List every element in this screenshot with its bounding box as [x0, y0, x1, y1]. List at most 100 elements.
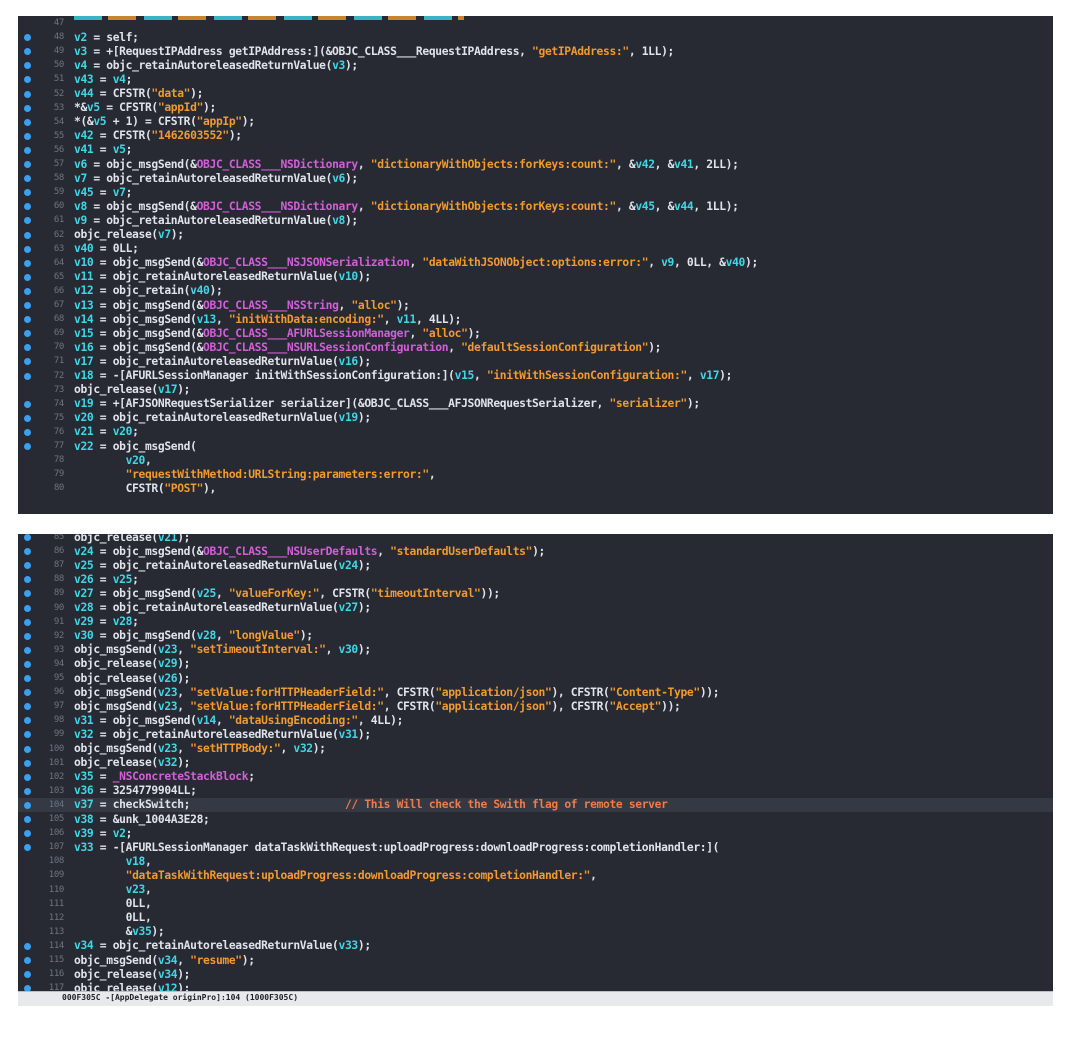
code-line[interactable]: 90 v28 = objc_retainAutoreleasedReturnVal… [18, 601, 1053, 615]
breakpoint-dot-icon[interactable] [24, 548, 31, 556]
breakpoint-dot-icon[interactable] [24, 259, 31, 267]
breakpoint-dot-icon[interactable] [24, 414, 31, 422]
breakpoint-dot-icon[interactable] [24, 34, 31, 42]
code-line[interactable]: 101 objc_release(v32); [18, 756, 1053, 770]
code-line[interactable]: 60 v8 = objc_msgSend(&OBJC_CLASS___NSDict… [18, 199, 1053, 213]
breakpoint-dot-icon[interactable] [24, 203, 31, 211]
code-line[interactable]: 61 v9 = objc_retainAutoreleasedReturnValu… [18, 213, 1053, 227]
code-line[interactable]: 62 objc_release(v7); [18, 228, 1053, 242]
breakpoint-dot-icon[interactable] [24, 287, 31, 295]
breakpoint-dot-icon[interactable] [24, 957, 31, 964]
breakpoint-dot-icon[interactable] [24, 759, 31, 767]
code-line[interactable]: 49 v3 = +[RequestIPAddress getIPAddress:]… [18, 44, 1053, 58]
pseudocode-view-bottom[interactable]: 85 objc_release(v21); 86 v24 = objc_msgSend… [18, 534, 1053, 1006]
breakpoint-dot-icon[interactable] [24, 428, 31, 436]
code-line[interactable]: 89 v27 = objc_msgSend(v25, "valueForKey:"… [18, 586, 1053, 600]
breakpoint-dot-icon[interactable] [24, 245, 31, 253]
pseudocode-view-top[interactable]: 47 48 v2 = self; 49 v3 = +[RequestIPAddress … [18, 16, 1053, 514]
code-line[interactable]: 78 v20, [18, 453, 1053, 467]
breakpoint-dot-icon[interactable] [24, 217, 31, 225]
code-line[interactable]: 51 v43 = v4; [18, 72, 1053, 86]
code-line[interactable]: 55 v42 = CFSTR("1462603552"); [18, 129, 1053, 143]
breakpoint-dot-icon[interactable] [24, 175, 31, 183]
code-line[interactable]: 63 v40 = 0LL; [18, 242, 1053, 256]
code-line[interactable]: 112 0LL, [18, 911, 1053, 925]
code-line[interactable]: 72 v18 = -[AFURLSessionManager initWithSe… [18, 369, 1053, 383]
breakpoint-dot-icon[interactable] [24, 590, 31, 598]
breakpoint-dot-icon[interactable] [24, 942, 31, 950]
breakpoint-dot-icon[interactable] [24, 146, 31, 154]
code-line[interactable]: 69 v15 = objc_msgSend(&OBJC_CLASS___AFURL… [18, 326, 1053, 340]
code-line[interactable]: 65 v11 = objc_retainAutoreleasedReturnVal… [18, 270, 1053, 284]
code-line[interactable]: 68 v14 = objc_msgSend(v13, "initWithData:… [18, 312, 1053, 326]
code-line[interactable]: 53 *&v5 = CFSTR("appId"); [18, 101, 1053, 115]
code-line[interactable]: 59 v45 = v7; [18, 185, 1053, 199]
code-line[interactable]: 111 0LL, [18, 897, 1053, 911]
code-line[interactable]: 56 v41 = v5; [18, 143, 1053, 157]
code-line[interactable]: 47 [18, 16, 1053, 30]
breakpoint-dot-icon[interactable] [24, 787, 31, 795]
breakpoint-dot-icon[interactable] [24, 689, 31, 697]
code-line[interactable]: 85 objc_release(v21); [18, 534, 1053, 544]
code-line[interactable]: 106 v39 = v2; [18, 826, 1053, 840]
code-line[interactable]: 77 v22 = objc_msgSend( [18, 439, 1053, 453]
breakpoint-dot-icon[interactable] [24, 830, 31, 838]
breakpoint-dot-icon[interactable] [24, 745, 31, 753]
code-line[interactable]: 115 objc_msgSend(v34, "resume"); [18, 953, 1053, 967]
code-line[interactable]: 73 objc_release(v17); [18, 383, 1053, 397]
code-line[interactable]: 71 v17 = objc_retainAutoreleasedReturnVal… [18, 354, 1053, 368]
breakpoint-dot-icon[interactable] [24, 576, 31, 584]
breakpoint-dot-icon[interactable] [24, 316, 31, 324]
breakpoint-dot-icon[interactable] [24, 660, 31, 668]
code-line[interactable]: 109 "dataTaskWithRequest:uploadProgress:… [18, 868, 1053, 882]
breakpoint-dot-icon[interactable] [24, 118, 31, 126]
code-line[interactable]: 76 v21 = v20; [18, 425, 1053, 439]
breakpoint-dot-icon[interactable] [24, 400, 31, 408]
breakpoint-dot-icon[interactable] [24, 844, 31, 852]
breakpoint-dot-icon[interactable] [24, 618, 31, 626]
code-line[interactable]: 64 v10 = objc_msgSend(&OBJC_CLASS___NSJSO… [18, 256, 1053, 270]
breakpoint-dot-icon[interactable] [24, 971, 31, 979]
code-line[interactable]: 95 objc_release(v26); [18, 671, 1053, 685]
code-line[interactable]: 48 v2 = self; [18, 30, 1053, 44]
breakpoint-dot-icon[interactable] [24, 372, 31, 380]
code-line[interactable]: 88 v26 = v25; [18, 572, 1053, 586]
code-line[interactable]: 114 v34 = objc_retainAutoreleasedReturnVa… [18, 939, 1053, 953]
breakpoint-dot-icon[interactable] [24, 48, 31, 56]
breakpoint-dot-icon[interactable] [24, 816, 31, 823]
code-line[interactable]: 103 v36 = 3254779904LL; [18, 784, 1053, 798]
breakpoint-dot-icon[interactable] [24, 646, 31, 654]
code-line[interactable]: 58 v7 = objc_retainAutoreleasedReturnValu… [18, 171, 1053, 185]
code-line[interactable]: 79 "requestWithMethod:URLString:paramete… [18, 467, 1053, 481]
breakpoint-dot-icon[interactable] [24, 104, 31, 112]
breakpoint-dot-icon[interactable] [24, 132, 31, 140]
code-line[interactable]: 110 v23, [18, 883, 1053, 897]
code-line[interactable]: 52 v44 = CFSTR("data"); [18, 87, 1053, 101]
code-line[interactable]: 54 *(&v5 + 1) = CFSTR("appIp"); [18, 115, 1053, 129]
code-line[interactable]: 74 v19 = +[AFJSONRequestSerializer serial… [18, 397, 1053, 411]
breakpoint-dot-icon[interactable] [24, 604, 31, 612]
code-line[interactable]: 105 v38 = &unk_1004A3E28; [18, 812, 1053, 826]
breakpoint-dot-icon[interactable] [24, 534, 31, 541]
code-line[interactable]: 93 objc_msgSend(v23, "setTimeoutInterval:… [18, 643, 1053, 657]
breakpoint-dot-icon[interactable] [24, 675, 31, 682]
code-line[interactable]: 57 v6 = objc_msgSend(&OBJC_CLASS___NSDict… [18, 157, 1053, 171]
breakpoint-dot-icon[interactable] [24, 632, 31, 640]
code-line[interactable]: 104 v37 = checkSwitch; // This Will check… [18, 797, 1053, 812]
code-line[interactable]: 99 v32 = objc_retainAutoreleasedReturnVal… [18, 727, 1053, 741]
breakpoint-dot-icon[interactable] [24, 443, 31, 450]
code-line[interactable]: 86 v24 = objc_msgSend(&OBJC_CLASS___NSUse… [18, 544, 1053, 558]
breakpoint-dot-icon[interactable] [24, 344, 31, 352]
breakpoint-dot-icon[interactable] [24, 358, 31, 366]
breakpoint-dot-icon[interactable] [24, 801, 31, 809]
breakpoint-dot-icon[interactable] [24, 330, 31, 338]
code-line[interactable]: 50 v4 = objc_retainAutoreleasedReturnValu… [18, 58, 1053, 72]
breakpoint-dot-icon[interactable] [24, 731, 31, 739]
code-line[interactable]: 113 &v35); [18, 925, 1053, 939]
code-line[interactable]: 102 v35 = _NSConcreteStackBlock; [18, 770, 1053, 784]
breakpoint-dot-icon[interactable] [24, 273, 31, 281]
breakpoint-dot-icon[interactable] [24, 189, 31, 197]
breakpoint-dot-icon[interactable] [24, 562, 31, 570]
code-line[interactable]: 100 objc_msgSend(v23, "setHTTPBody:", v32… [18, 742, 1053, 756]
code-line[interactable]: 116 objc_release(v34); [18, 967, 1053, 981]
